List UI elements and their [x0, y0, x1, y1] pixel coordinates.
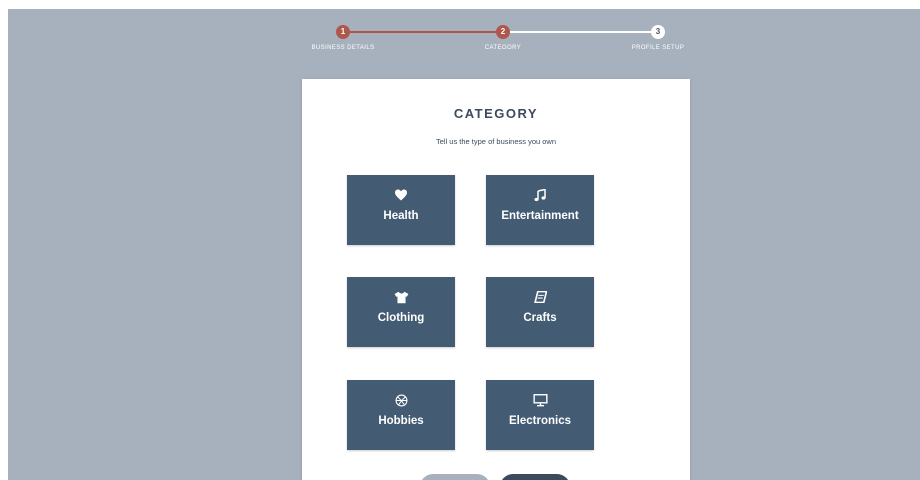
basketball-icon [347, 393, 455, 407]
category-label: Crafts [523, 312, 557, 324]
step-profile-setup[interactable]: 3 PROFILE SETUP [608, 25, 708, 51]
category-hobbies[interactable]: Hobbies [347, 380, 455, 450]
category-label: Health [383, 210, 419, 222]
category-label: Clothing [377, 312, 425, 324]
music-note-icon [486, 188, 594, 202]
category-electronics[interactable]: Electronics [486, 380, 594, 450]
category-clothing[interactable]: Clothing [347, 277, 455, 347]
card-title: CATEGORY [453, 106, 539, 121]
step-label: CATEGORY [484, 45, 522, 51]
step-number-badge: 1 [336, 25, 350, 39]
category-crafts[interactable]: Crafts [486, 277, 594, 347]
monitor-icon [486, 393, 594, 407]
step-label: PROFILE SETUP [631, 45, 685, 51]
step-category[interactable]: 2 CATEGORY [453, 25, 553, 51]
step-label: BUSINESS DETAILS [311, 45, 375, 51]
category-card: CATEGORY Tell us the type of business yo… [302, 79, 690, 480]
category-health[interactable]: Health [347, 175, 455, 245]
category-label: Electronics [509, 415, 571, 427]
heart-icon [347, 188, 455, 202]
category-entertainment[interactable]: Entertainment [486, 175, 594, 245]
book-icon [486, 290, 594, 304]
next-button[interactable] [500, 474, 570, 480]
category-label: Entertainment [501, 210, 579, 222]
page-background: 1 BUSINESS DETAILS 2 CATEGORY 3 PROFILE … [8, 9, 920, 480]
step-business-details[interactable]: 1 BUSINESS DETAILS [293, 25, 393, 51]
card-subtitle: Tell us the type of business you own [435, 137, 557, 146]
tshirt-icon [347, 290, 455, 304]
back-button[interactable] [420, 474, 490, 480]
progress-stepper: 1 BUSINESS DETAILS 2 CATEGORY 3 PROFILE … [298, 25, 698, 65]
step-number-badge: 2 [496, 25, 510, 39]
category-label: Hobbies [378, 415, 424, 427]
step-number-badge: 3 [651, 25, 665, 39]
